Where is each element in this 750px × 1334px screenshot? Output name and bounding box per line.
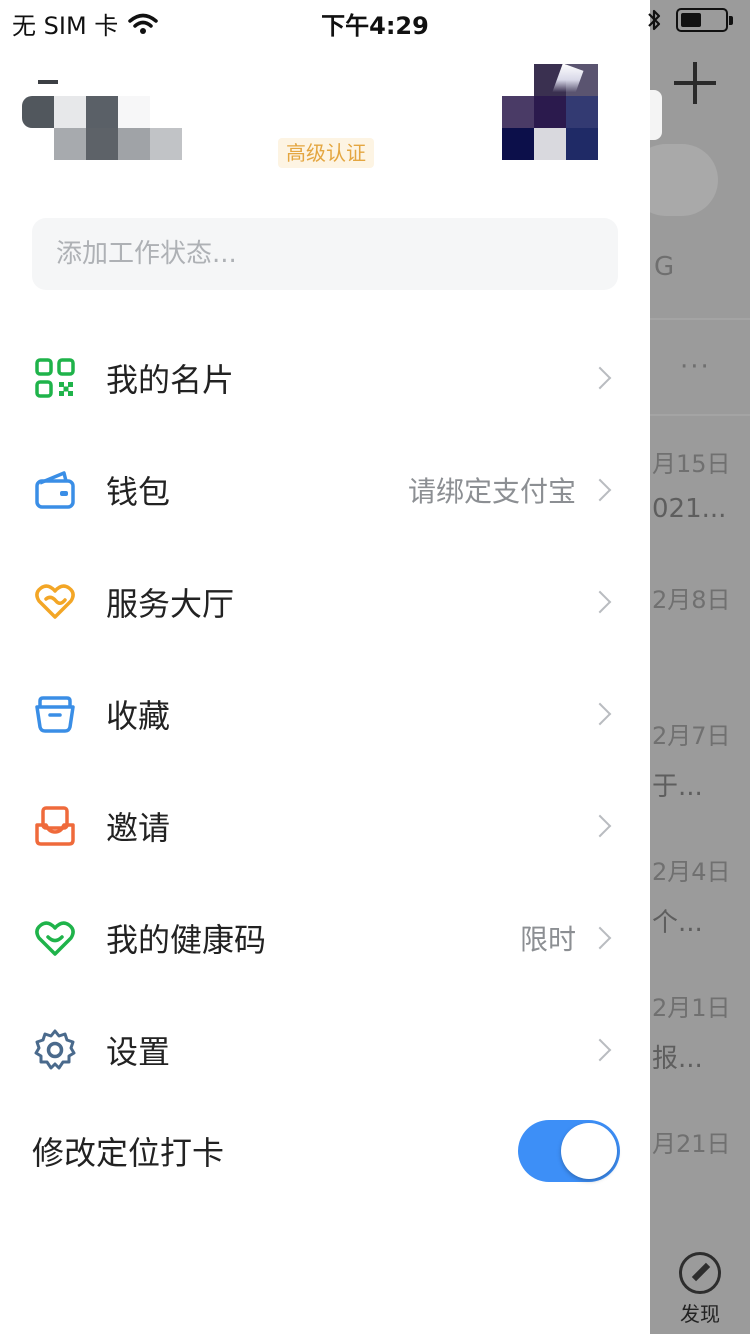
plus-icon: [672, 60, 718, 106]
menu-item-health-code[interactable]: 我的健康码 限时: [0, 882, 650, 994]
bg-row-date: 2月7日: [652, 722, 731, 750]
menu-item-label: 钱包: [106, 473, 171, 511]
battery-icon: [676, 8, 733, 32]
heart-link-icon: [35, 584, 75, 619]
clock: 下午4:29: [321, 12, 429, 40]
bg-row-date: 2月8日: [652, 586, 731, 614]
background-letter: G: [654, 252, 675, 282]
invite-icon: [35, 806, 75, 846]
menu-item-label: 收藏: [106, 697, 171, 735]
menu-item-label: 服务大厅: [106, 585, 235, 623]
menu-item-extra: 请绑定支付宝: [407, 475, 576, 508]
health-heart-icon: [35, 921, 75, 956]
status-bar: 无 SIM 卡 下午4:29: [0, 0, 750, 40]
more-icon: ···: [680, 352, 711, 382]
divider: [650, 414, 750, 416]
bg-row-text: 021...: [652, 494, 727, 524]
tab-discover-label: 发现: [680, 1302, 720, 1326]
drawer-menu: 我的名片 钱包 请绑定支付宝 服务大厅 收藏 邀请 我的健康码 限时 设置: [0, 322, 650, 1106]
bg-row-text: 于...: [652, 772, 703, 802]
verification-badge: 高级认证: [278, 138, 374, 168]
toggle-knob: [561, 1123, 617, 1179]
folder-icon: [35, 696, 75, 733]
chevron-right-icon: [588, 590, 612, 614]
chevron-right-icon: [588, 478, 612, 502]
menu-item-business-card[interactable]: 我的名片: [0, 322, 650, 434]
menu-item-extra: 限时: [519, 923, 576, 956]
chevron-right-icon: [588, 1038, 612, 1062]
wallet-icon: [35, 471, 75, 509]
side-drawer: 高级认证 我的名片: [0, 0, 650, 1334]
menu-item-service-hall[interactable]: 服务大厅: [0, 546, 650, 658]
bg-row-text: 个...: [652, 908, 703, 938]
background-app[interactable]: G ··· 月15日 021... 2月8日 2月7日 于... 2月4日 个.…: [650, 0, 750, 1334]
gear-icon: [34, 1029, 76, 1070]
menu-item-label: 邀请: [106, 809, 171, 847]
menu-item-invite[interactable]: 邀请: [0, 770, 650, 882]
qr-code-icon: [35, 358, 75, 398]
work-status-input[interactable]: [32, 218, 618, 290]
status-right: [646, 8, 733, 32]
tab-discover[interactable]: 发现: [650, 1230, 721, 1327]
location-checkin-row: 修改定位打卡: [0, 1110, 650, 1194]
bg-row-date: 2月4日: [652, 858, 731, 886]
compass-icon: [679, 1252, 721, 1294]
location-checkin-label: 修改定位打卡: [32, 1134, 225, 1172]
bg-row-date: 2月1日: [652, 994, 731, 1022]
divider: [650, 318, 750, 320]
menu-item-label: 我的健康码: [106, 921, 267, 959]
menu-item-favorites[interactable]: 收藏: [0, 658, 650, 770]
background-search-bar: [650, 144, 718, 216]
battery-level: [681, 13, 701, 27]
chevron-right-icon: [588, 366, 612, 390]
menu-item-label: 设置: [106, 1033, 171, 1071]
menu-item-label: 我的名片: [106, 361, 235, 399]
bg-row-date: 月21日: [652, 1130, 731, 1158]
menu-item-wallet[interactable]: 钱包 请绑定支付宝: [0, 434, 650, 546]
location-checkin-toggle[interactable]: [518, 1120, 620, 1182]
bluetooth-icon: [648, 9, 661, 31]
bg-row-text: 报...: [652, 1044, 703, 1074]
menu-item-settings[interactable]: 设置: [0, 994, 650, 1106]
background-edge: [650, 90, 662, 140]
chevron-right-icon: [588, 926, 612, 950]
chevron-right-icon: [588, 814, 612, 838]
bg-row-date: 月15日: [652, 450, 731, 478]
chevron-right-icon: [588, 702, 612, 726]
